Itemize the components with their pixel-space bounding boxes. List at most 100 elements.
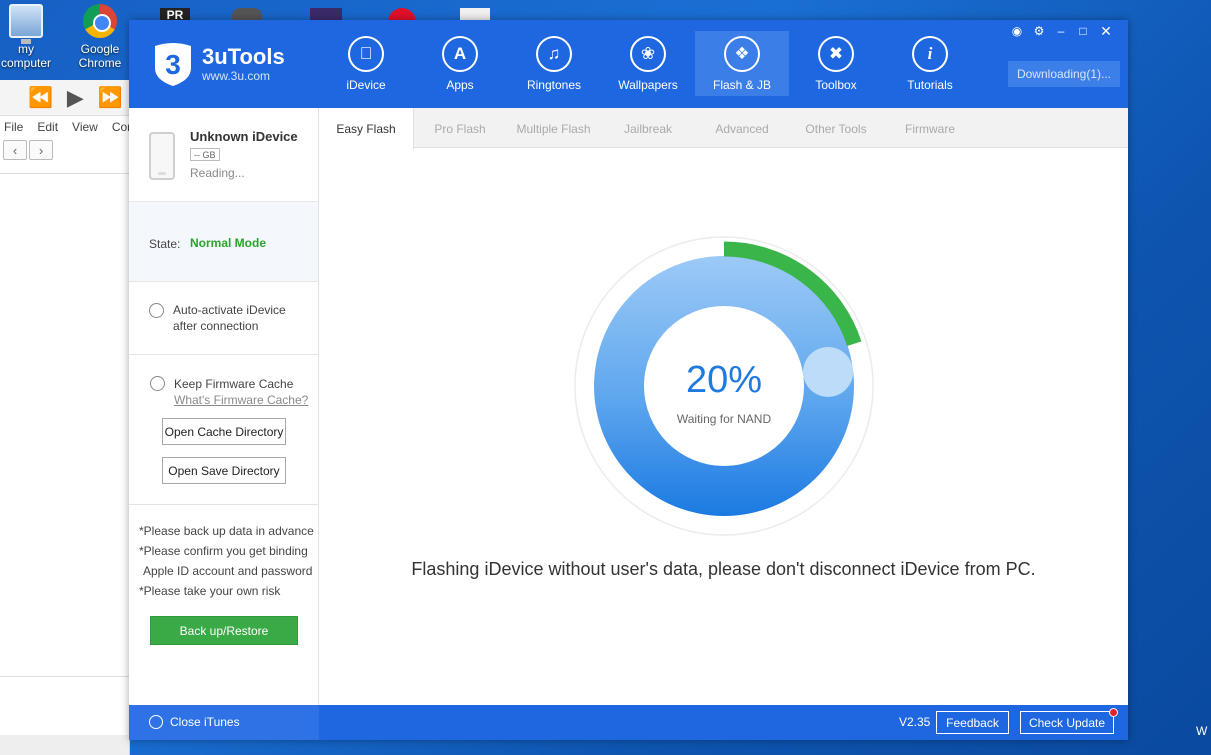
rewind-icon[interactable]: ⏪ (28, 85, 53, 110)
keep-cache-label: Keep Firmware Cache (174, 377, 294, 391)
note-text: *Please back up data in advance (139, 524, 314, 538)
info-icon: i (912, 36, 948, 72)
chrome-icon (83, 4, 117, 38)
nav-label: Wallpapers (618, 78, 678, 92)
nav-wallpapers[interactable]: ❀ Wallpapers (601, 31, 695, 96)
menu-item-file[interactable]: File (4, 120, 23, 134)
nav-apps[interactable]: A Apps (413, 31, 507, 96)
app-name: 3uTools (202, 44, 285, 69)
divider (129, 354, 318, 355)
app-footer: Close iTunes V2.35 Feedback Check Update (129, 705, 1128, 740)
nav-toolbox[interactable]: ✖ Toolbox (789, 31, 883, 96)
feedback-button[interactable]: Feedback (936, 711, 1009, 734)
skin-icon[interactable]: ◉ (1007, 23, 1027, 39)
tab-firmware[interactable]: Firmware (883, 108, 977, 149)
nav-flash-jb[interactable]: ❖ Flash & JB (695, 31, 789, 96)
3utools-logo-icon: 3 (155, 43, 191, 86)
divider (129, 504, 318, 505)
state-value: Normal Mode (190, 236, 267, 250)
tab-pro-flash[interactable]: Pro Flash (414, 108, 506, 149)
nav-idevice[interactable]:  iDevice (319, 31, 413, 96)
tab-other-tools[interactable]: Other Tools (789, 108, 883, 149)
app-store-icon: A (442, 36, 478, 72)
close-itunes-label: Close iTunes (170, 715, 240, 729)
gear-icon[interactable]: ⚙ (1029, 23, 1049, 39)
auto-activate-label: Auto-activate iDevice (173, 303, 286, 317)
sidebar: Unknown iDevice -- GB Reading... State: … (129, 108, 319, 705)
close-icon[interactable]: ✕ (1096, 23, 1116, 39)
flash-tabs: Easy Flash Pro Flash Multiple Flash Jail… (319, 108, 1128, 149)
footer-left: Close iTunes (129, 705, 319, 740)
keep-cache-radio[interactable] (150, 376, 165, 391)
firmware-cache-link[interactable]: What's Firmware Cache? (174, 393, 308, 407)
device-capacity-badge: -- GB (190, 148, 220, 161)
desktop-icon-label: computer (0, 56, 52, 70)
desktop-icon-label: Google (80, 42, 120, 56)
apple-icon:  (348, 36, 384, 72)
easy-flash-panel: 20% Waiting for NAND Flashing iDevice wi… (319, 149, 1128, 705)
update-badge (1109, 708, 1118, 717)
note-text: *Please confirm you get binding (139, 544, 308, 558)
media-controls: ⏪ ▶ ⏩ (0, 80, 129, 116)
tools-icon: ✖ (818, 36, 854, 72)
nav-tutorials[interactable]: i Tutorials (883, 31, 977, 96)
auto-activate-label: after connection (173, 319, 259, 333)
desktop-icon-my-computer[interactable]: my computer (0, 4, 61, 70)
menu-bar: File Edit View Cont (0, 116, 137, 138)
background-media-window[interactable]: ⏪ ▶ ⏩ File Edit View Cont ‹ › (0, 80, 137, 755)
nav-label: Flash & JB (712, 78, 772, 92)
status-bar (0, 735, 129, 755)
menu-item-view[interactable]: View (72, 120, 98, 134)
device-status: Reading... (190, 166, 245, 180)
tab-multiple-flash[interactable]: Multiple Flash (506, 108, 601, 149)
menu-item-edit[interactable]: Edit (37, 120, 58, 134)
nav-label: Tutorials (907, 78, 953, 92)
nav-label: Toolbox (815, 78, 857, 92)
state-label: State: (149, 237, 181, 251)
computer-icon (9, 4, 43, 44)
close-itunes-radio[interactable] (149, 715, 163, 729)
nav-label: iDevice (346, 78, 386, 92)
history-nav: ‹ › (0, 140, 129, 160)
divider (0, 173, 129, 174)
flash-message: Flashing iDevice without user's data, pl… (411, 559, 1036, 579)
nav-label: Apps (446, 78, 474, 92)
note-text: *Please take your own risk (139, 584, 281, 598)
open-cache-directory-button[interactable]: Open Cache Directory (162, 418, 286, 445)
backup-restore-button[interactable]: Back up/Restore (150, 616, 298, 645)
svg-text:3: 3 (165, 49, 181, 80)
app-url: www.3u.com (202, 69, 271, 83)
nav-ringtones[interactable]: ♫ Ringtones (507, 31, 601, 96)
phone-icon (149, 132, 175, 180)
tab-jailbreak[interactable]: Jailbreak (601, 108, 695, 149)
auto-activate-radio[interactable] (149, 303, 164, 318)
forward-icon[interactable]: › (29, 140, 53, 160)
play-icon[interactable]: ▶ (67, 85, 84, 111)
progress-percent: 20% (685, 359, 763, 401)
dropbox-icon: ❖ (724, 36, 760, 72)
maximize-icon[interactable]: □ (1073, 23, 1093, 39)
tab-advanced[interactable]: Advanced (695, 108, 789, 149)
progress-status: Waiting for NAND (676, 412, 772, 426)
minimize-icon[interactable]: – (1051, 23, 1071, 39)
app-header: 3 3uTools www.3u.com  iDevice A Apps ♫ … (129, 20, 1128, 108)
fast-forward-icon[interactable]: ⏩ (98, 85, 123, 110)
nav-label: Ringtones (526, 78, 582, 92)
back-icon[interactable]: ‹ (3, 140, 27, 160)
state-panel: State: Normal Mode (129, 201, 318, 282)
flower-icon: ❀ (630, 36, 666, 72)
downloading-button[interactable]: Downloading(1)... (1008, 61, 1120, 87)
version-label: V2.35 (899, 715, 931, 729)
desktop-partial-text: W (1196, 724, 1208, 738)
tab-easy-flash[interactable]: Easy Flash (319, 108, 414, 149)
open-save-directory-button[interactable]: Open Save Directory (162, 457, 286, 484)
desktop-icon-label: my (18, 42, 34, 56)
app-window: 3 3uTools www.3u.com  iDevice A Apps ♫ … (129, 20, 1128, 740)
note-text: Apple ID account and password (143, 564, 313, 578)
desktop-icon-label: Chrome (78, 56, 122, 70)
divider (0, 676, 129, 677)
check-update-button[interactable]: Check Update (1020, 711, 1114, 734)
desktop-icon-chrome[interactable]: Google Chrome (65, 4, 135, 70)
device-name: Unknown iDevice (190, 129, 298, 144)
bell-icon: ♫ (536, 36, 572, 72)
